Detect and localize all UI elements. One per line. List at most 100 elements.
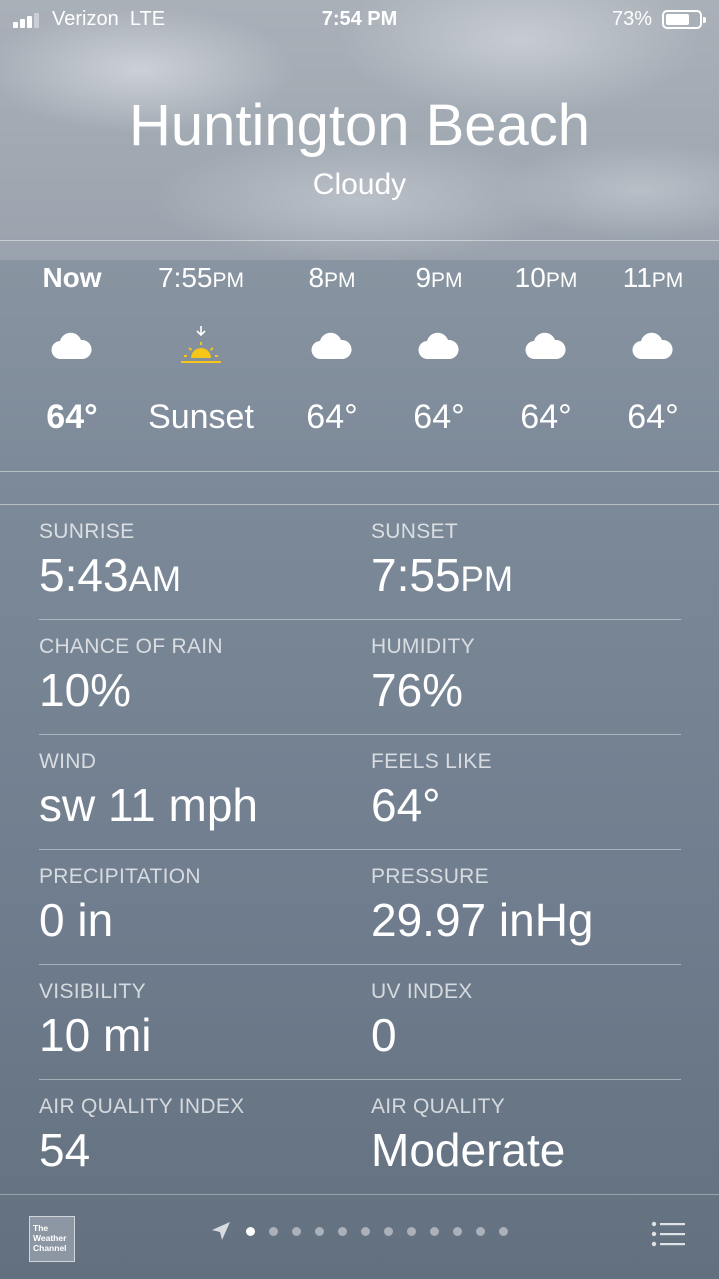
detail-label: FEELS LIKE bbox=[371, 750, 492, 773]
hour-item-9pm: 9PM 64° bbox=[379, 258, 499, 442]
cloud-icon bbox=[12, 310, 132, 382]
detail-suffix: AM bbox=[128, 560, 182, 599]
detail-chance-of-rain: CHANCE OF RAIN 10% bbox=[39, 635, 359, 717]
hour-temp: 64° bbox=[627, 398, 679, 436]
hour-time: 9 bbox=[415, 262, 432, 293]
hour-suffix: PM bbox=[431, 269, 463, 292]
hour-item-now: Now 64° bbox=[12, 258, 132, 442]
page-dot[interactable] bbox=[338, 1226, 347, 1236]
hour-time: 10 bbox=[514, 262, 546, 293]
detail-feels-like: FEELS LIKE 64° bbox=[371, 750, 691, 832]
detail-uv-index: UV INDEX 0 bbox=[371, 980, 691, 1062]
detail-label: AIR QUALITY INDEX bbox=[39, 1095, 245, 1118]
detail-visibility: VISIBILITY 10 mi bbox=[39, 980, 359, 1062]
status-bar: Verizon LTE 7:54 PM 73% bbox=[0, 0, 719, 40]
hour-suffix: PM bbox=[212, 269, 245, 292]
cloud-icon bbox=[593, 310, 713, 382]
page-dot[interactable] bbox=[269, 1226, 278, 1236]
hour-item-sunset: 7:55PM Sunset bbox=[141, 258, 261, 442]
detail-wind: WIND sw 11 mph bbox=[39, 750, 359, 832]
hour-temp: 64° bbox=[46, 398, 98, 436]
hour-time: 7:55 bbox=[158, 262, 213, 293]
page-dot[interactable] bbox=[430, 1226, 439, 1236]
detail-value: sw 11 mph bbox=[39, 779, 259, 831]
detail-label: VISIBILITY bbox=[39, 980, 146, 1003]
page-dot[interactable] bbox=[407, 1226, 416, 1236]
hour-item-10pm: 10PM 64° bbox=[486, 258, 606, 442]
hour-temp: Sunset bbox=[148, 398, 254, 436]
detail-value: 10 mi bbox=[39, 1009, 152, 1061]
detail-label: HUMIDITY bbox=[371, 635, 475, 658]
detail-value: 54 bbox=[39, 1124, 91, 1176]
bottom-toolbar: The Weather Channel bbox=[0, 1194, 719, 1279]
detail-air-quality: AIR QUALITY Moderate bbox=[371, 1095, 691, 1177]
detail-value: 7:55 bbox=[371, 549, 461, 601]
hour-temp: 64° bbox=[520, 398, 572, 436]
detail-value: 64° bbox=[371, 779, 441, 831]
detail-sunset: SUNSET 7:55PM bbox=[371, 520, 691, 602]
divider bbox=[39, 1079, 681, 1080]
detail-precipitation: PRECIPITATION 0 in bbox=[39, 865, 359, 947]
hour-item-8pm: 8PM 64° bbox=[272, 258, 392, 442]
detail-humidity: HUMIDITY 76% bbox=[371, 635, 691, 717]
divider bbox=[0, 504, 719, 505]
page-indicator[interactable] bbox=[210, 1219, 522, 1243]
detail-label: AIR QUALITY bbox=[371, 1095, 505, 1118]
detail-value: 76% bbox=[371, 664, 464, 716]
detail-value: 0 in bbox=[39, 894, 114, 946]
detail-label: PRECIPITATION bbox=[39, 865, 201, 888]
hour-time: 11 bbox=[622, 262, 652, 293]
detail-air-quality-index: AIR QUALITY INDEX 54 bbox=[39, 1095, 359, 1177]
page-dot[interactable] bbox=[453, 1226, 462, 1236]
detail-value: 5:43 bbox=[39, 549, 129, 601]
page-dot[interactable] bbox=[246, 1226, 255, 1236]
divider bbox=[39, 964, 681, 965]
hour-suffix: PM bbox=[651, 269, 684, 292]
hour-suffix: PM bbox=[545, 269, 578, 292]
detail-sunrise: SUNRISE 5:43AM bbox=[39, 520, 359, 602]
detail-value: 29.97 inHg bbox=[371, 894, 594, 946]
detail-pressure: PRESSURE 29.97 inHg bbox=[371, 865, 691, 947]
page-dot[interactable] bbox=[476, 1226, 485, 1236]
cloud-icon bbox=[379, 310, 499, 382]
page-dot[interactable] bbox=[384, 1226, 393, 1236]
detail-label: SUNSET bbox=[371, 520, 458, 543]
detail-value: Moderate bbox=[371, 1124, 566, 1176]
divider bbox=[0, 240, 719, 241]
hour-temp: 64° bbox=[413, 398, 465, 436]
current-condition: Cloudy bbox=[312, 168, 407, 201]
logo-line: Channel bbox=[33, 1243, 67, 1253]
detail-label: WIND bbox=[39, 750, 97, 773]
logo-line: The bbox=[33, 1223, 49, 1233]
hour-suffix: PM bbox=[324, 269, 356, 292]
battery-percent: 73% bbox=[612, 8, 653, 30]
divider bbox=[39, 849, 681, 850]
page-dot[interactable] bbox=[499, 1226, 508, 1236]
divider bbox=[39, 619, 681, 620]
detail-label: CHANCE OF RAIN bbox=[39, 635, 223, 658]
cloud-icon bbox=[272, 310, 392, 382]
divider bbox=[39, 734, 681, 735]
sunset-icon bbox=[141, 310, 261, 382]
detail-value: 10% bbox=[39, 664, 132, 716]
hour-item-11pm: 11PM 64° bbox=[593, 258, 713, 442]
weather-channel-logo[interactable]: The Weather Channel bbox=[29, 1216, 75, 1262]
logo-line: Weather bbox=[33, 1233, 67, 1243]
page-dot[interactable] bbox=[292, 1226, 301, 1236]
detail-label: UV INDEX bbox=[371, 980, 473, 1003]
city-name: Huntington Beach bbox=[128, 93, 591, 158]
city-list-icon[interactable] bbox=[651, 1220, 685, 1248]
hour-temp: 64° bbox=[306, 398, 358, 436]
battery-icon bbox=[662, 10, 706, 29]
detail-suffix: PM bbox=[460, 560, 514, 599]
divider bbox=[0, 471, 719, 472]
cloud-icon bbox=[486, 310, 606, 382]
hour-time: 8 bbox=[308, 262, 325, 293]
detail-label: SUNRISE bbox=[39, 520, 135, 543]
page-dot[interactable] bbox=[315, 1226, 324, 1236]
page-dot[interactable] bbox=[361, 1226, 370, 1236]
location-arrow-icon bbox=[212, 1222, 230, 1240]
detail-label: PRESSURE bbox=[371, 865, 489, 888]
detail-value: 0 bbox=[371, 1009, 397, 1061]
hour-time: Now bbox=[42, 262, 102, 293]
